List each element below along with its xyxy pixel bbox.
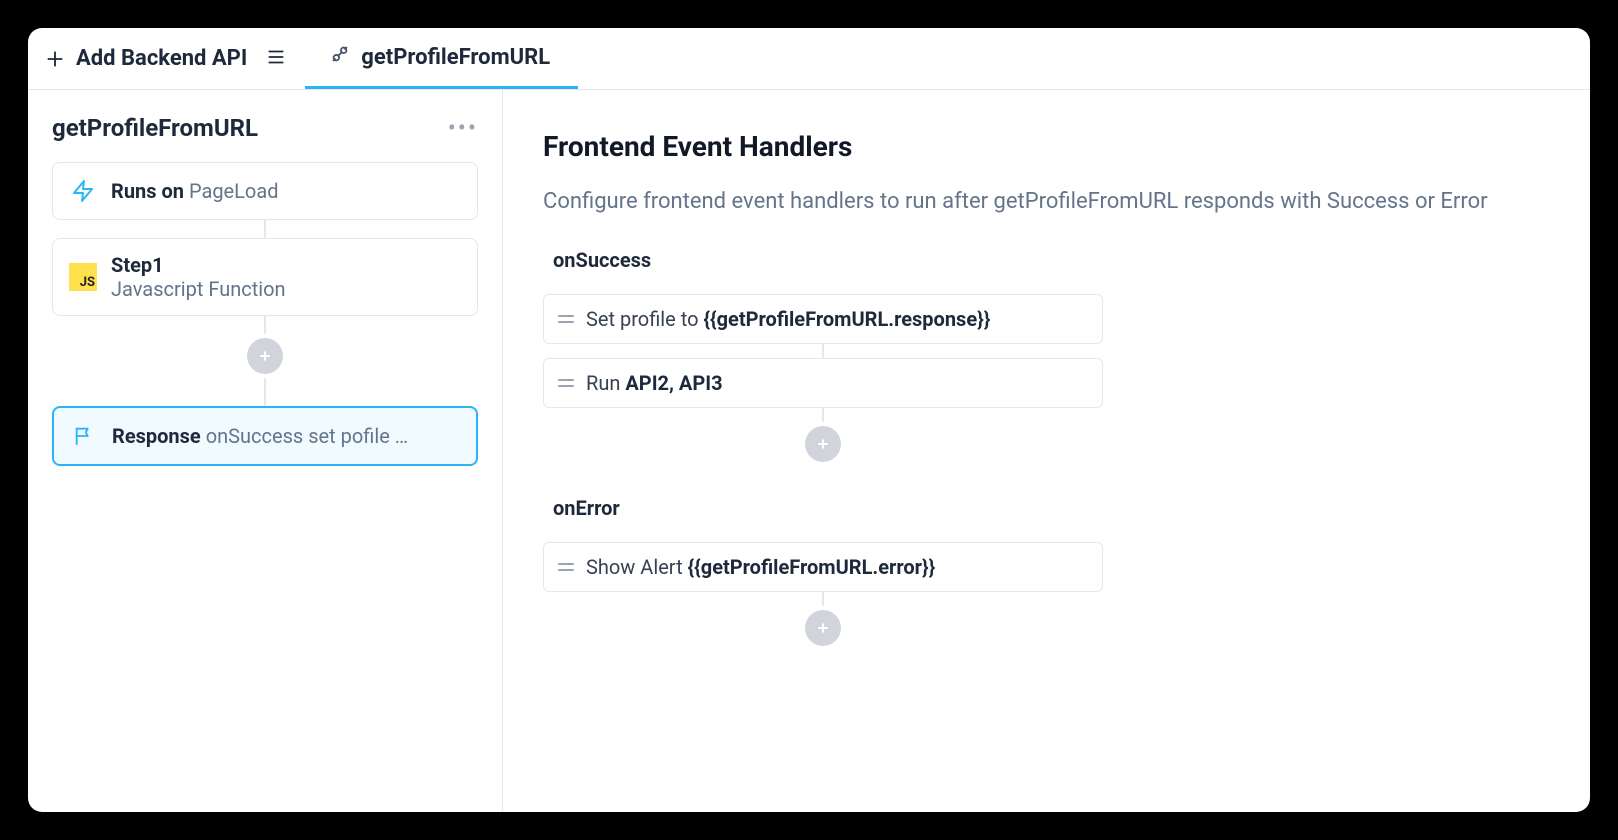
add-backend-api-label: Add Backend API [76,46,247,71]
app-frame: Add Backend API getProfileFromURL getPro… [28,28,1590,812]
tab-label: getProfileFromURL [361,45,550,70]
onerror-label: onError [553,496,1550,520]
main-description: Configure frontend event handlers to run… [543,185,1503,218]
add-onsuccess-handler-button[interactable] [805,426,841,462]
handler-set-profile[interactable]: Set profile to {{getProfileFromURL.respo… [543,294,1103,344]
add-backend-api-button[interactable]: Add Backend API [44,46,247,71]
step1-subtitle: Javascript Function [111,277,286,301]
sidebar-header: getProfileFromURL ••• [52,114,478,142]
handler-text-bold: {{getProfileFromURL.response}} [703,307,990,331]
onsuccess-group: Set profile to {{getProfileFromURL.respo… [543,294,1103,466]
handler-text-prefix: Set profile to [586,307,703,331]
handler-text-bold: {{getProfileFromURL.error}} [688,555,936,579]
connector [264,220,266,238]
step1-title: Step1 [111,253,286,277]
add-step-button[interactable] [247,338,283,374]
response-label: Response [112,424,201,448]
handler-text-prefix: Show Alert [586,555,688,579]
plug-icon [329,43,351,71]
flag-icon [70,422,98,450]
menu-icon[interactable] [265,46,287,72]
connector [264,378,266,406]
connector [822,344,824,358]
handler-show-alert[interactable]: Show Alert {{getProfileFromURL.error}} [543,542,1103,592]
onerror-group: Show Alert {{getProfileFromURL.error}} [543,542,1103,650]
bolt-icon [69,177,97,205]
body: getProfileFromURL ••• Runs on PageLoad J… [28,90,1590,812]
drag-handle-icon[interactable] [558,377,574,389]
add-onerror-handler-button[interactable] [805,610,841,646]
drag-handle-icon[interactable] [558,561,574,573]
toolbar: Add Backend API getProfileFromURL [28,28,1590,90]
drag-handle-icon[interactable] [558,313,574,325]
handler-text-bold: API2, API3 [625,371,722,395]
step-card-step1[interactable]: JS Step1 Javascript Function [52,238,478,316]
connector [822,592,824,606]
trigger-value: PageLoad [189,179,279,203]
response-summary: onSuccess set pofile … [206,424,408,448]
sidebar-more-icon[interactable]: ••• [448,114,478,142]
main-panel: Frontend Event Handlers Configure fronte… [503,90,1590,812]
trigger-label: Runs on [111,179,184,203]
tab-getprofilefromurl[interactable]: getProfileFromURL [305,28,578,89]
trigger-card[interactable]: Runs on PageLoad [52,162,478,220]
main-heading: Frontend Event Handlers [543,130,1550,163]
connector [822,408,824,422]
plus-icon [44,48,66,70]
response-card[interactable]: Response onSuccess set pofile … [52,406,478,466]
toolbar-left-group: Add Backend API [44,28,305,89]
handler-text-prefix: Run [586,371,625,395]
sidebar: getProfileFromURL ••• Runs on PageLoad J… [28,90,503,812]
sidebar-title: getProfileFromURL [52,114,258,142]
handler-run-apis[interactable]: Run API2, API3 [543,358,1103,408]
javascript-icon: JS [69,263,97,291]
onsuccess-label: onSuccess [553,248,1550,272]
connector [264,316,266,334]
